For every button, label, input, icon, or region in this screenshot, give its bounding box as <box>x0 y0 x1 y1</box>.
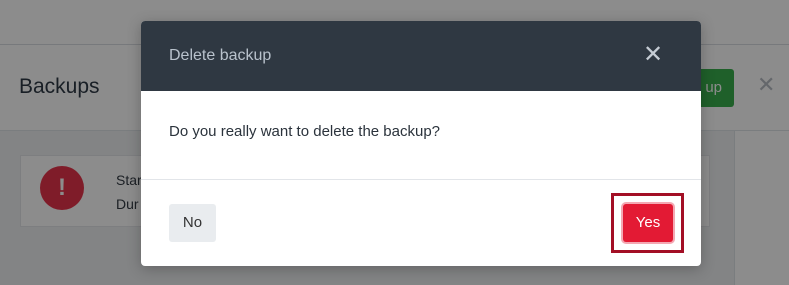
delete-backup-dialog: Delete backup ✕ Do you really want to de… <box>141 21 701 266</box>
no-button[interactable]: No <box>169 204 216 242</box>
dialog-title: Delete backup <box>169 47 272 64</box>
yes-button[interactable]: Yes <box>623 204 673 242</box>
dialog-message: Do you really want to delete the backup? <box>169 123 441 140</box>
close-icon[interactable]: ✕ <box>643 42 663 68</box>
dialog-body: Do you really want to delete the backup? <box>141 91 701 180</box>
dialog-header: Delete backup ✕ <box>141 21 701 91</box>
